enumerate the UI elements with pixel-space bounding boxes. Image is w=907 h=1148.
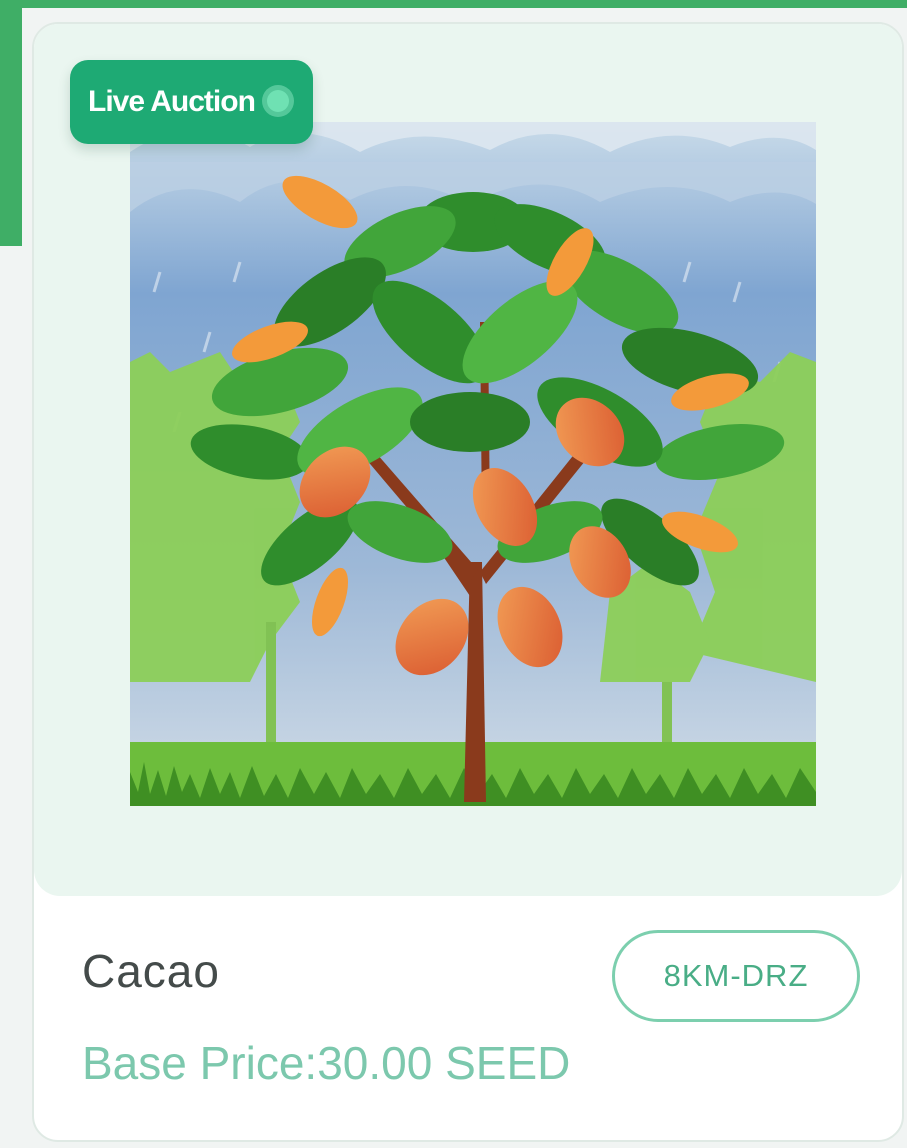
top-accent-bar <box>0 0 907 8</box>
item-code-badge[interactable]: 8KM-DRZ <box>612 930 860 1022</box>
live-auction-label: Live Auction <box>88 85 256 118</box>
left-accent-bar <box>0 0 22 246</box>
item-name: Cacao <box>82 945 220 997</box>
page: Live Auction Cacao 8KM-DRZ Base Price:30… <box>0 0 907 1148</box>
base-price: Base Price:30.00 SEED <box>82 1037 571 1089</box>
live-auction-badge: Live Auction <box>70 60 313 144</box>
live-indicator-icon <box>266 90 289 112</box>
card-media[interactable]: Live Auction <box>34 24 902 896</box>
cacao-tree-illustration-icon <box>130 122 816 806</box>
auction-card[interactable]: Live Auction Cacao 8KM-DRZ Base Price:30… <box>32 22 904 1142</box>
